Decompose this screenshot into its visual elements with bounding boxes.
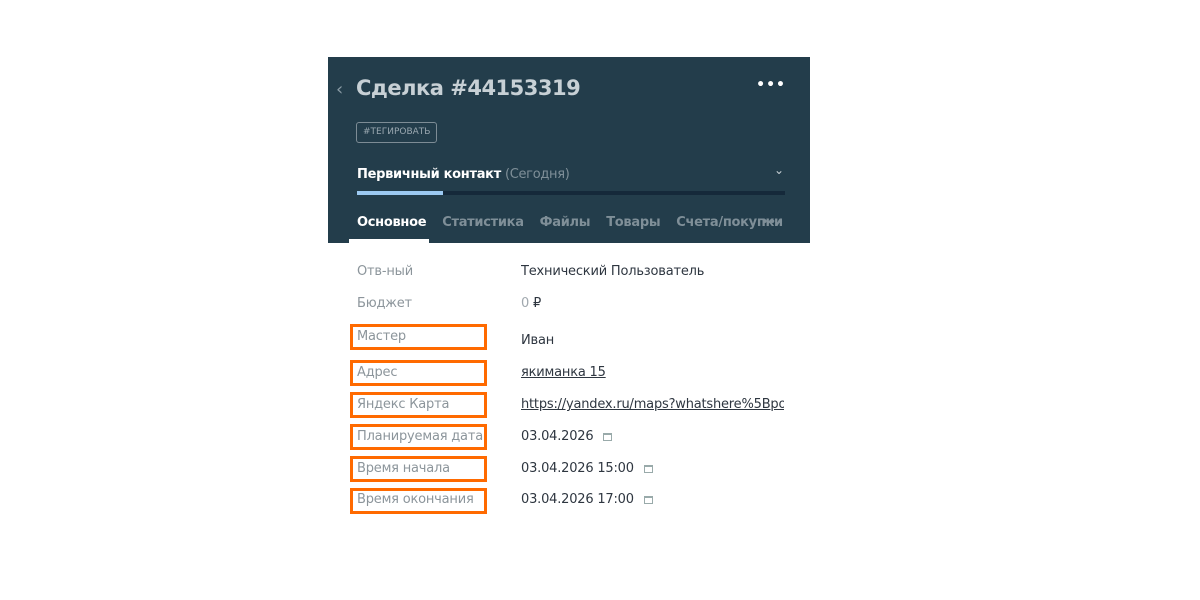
budget-value-field[interactable]: 0 ₽ (521, 296, 541, 311)
field-label: Время окончания (357, 492, 474, 507)
field-yandex-map: Яндекс Карта https://yandex.ru/maps?whats… (357, 397, 797, 417)
status-when: (Сегодня) (504, 167, 570, 182)
field-label: Бюджет (357, 296, 412, 311)
field-value: 03.04.2026 (521, 429, 594, 444)
field-label: Яндекс Карта (357, 397, 450, 412)
address-link[interactable]: якиманка 15 (521, 365, 606, 380)
field-label: Адрес (357, 365, 398, 380)
status-label: Первичный контакт (357, 167, 501, 182)
field-label: Время начала (357, 461, 450, 476)
deal-title: Сделка #44153319 (356, 76, 581, 100)
field-label: Планируемая дата (357, 429, 483, 444)
field-master: Мастер Иван (357, 329, 797, 349)
field-label: Отв-ный (357, 264, 413, 279)
field-address: Адрес якиманка 15 (357, 365, 797, 385)
field-value[interactable]: Технический Пользователь (521, 264, 704, 279)
field-value[interactable]: Иван (521, 333, 554, 348)
calendar-icon[interactable] (643, 495, 653, 504)
map-link[interactable]: https://yandex.ru/maps?whatshere%5Bpoint (521, 397, 784, 412)
field-start-time: Время начала 03.04.2026 15:00 (357, 461, 797, 481)
field-planned-date: Планируемая дата 03.04.2026 (357, 429, 797, 449)
planned-date-field[interactable]: 03.04.2026 (521, 429, 613, 444)
field-label: Мастер (357, 329, 406, 344)
field-end-time: Время окончания 03.04.2026 17:00 (357, 492, 797, 512)
map-field[interactable]: https://yandex.ru/maps?whatshere%5Bpoint (521, 397, 784, 412)
tabs: Основное Статистика Файлы Товары Счета/п… (357, 215, 783, 230)
tab-statistics[interactable]: Статистика (442, 215, 524, 230)
tabs-more-icon[interactable]: ••• (761, 215, 784, 230)
currency: ₽ (533, 296, 542, 311)
tab-main[interactable]: Основное (357, 215, 427, 230)
field-responsible: Отв-ный Технический Пользователь (357, 264, 797, 284)
back-chevron-icon[interactable]: ‹ (336, 79, 343, 100)
progress-fill (357, 191, 443, 195)
field-value: 03.04.2026 17:00 (521, 492, 634, 507)
pipeline-progress-bar (357, 191, 785, 195)
tab-products[interactable]: Товары (606, 215, 660, 230)
deal-header: ‹ Сделка #44153319 ••• #ТЕГИРОВАТЬ Перви… (328, 57, 810, 243)
field-value: 03.04.2026 15:00 (521, 461, 634, 476)
pipeline-status[interactable]: Первичный контакт (Сегодня) (357, 167, 570, 182)
calendar-icon[interactable] (643, 464, 653, 473)
chevron-down-icon[interactable]: ⌄ (774, 163, 784, 177)
address-field[interactable]: якиманка 15 (521, 365, 606, 380)
calendar-icon[interactable] (603, 432, 613, 441)
field-value: 0 (521, 296, 530, 311)
end-time-field[interactable]: 03.04.2026 17:00 (521, 492, 653, 507)
tab-files[interactable]: Файлы (540, 215, 591, 230)
active-tab-indicator (349, 239, 429, 243)
field-budget: Бюджет 0 ₽ (357, 296, 797, 316)
start-time-field[interactable]: 03.04.2026 15:00 (521, 461, 653, 476)
more-menu-icon[interactable]: ••• (756, 77, 786, 93)
tag-button[interactable]: #ТЕГИРОВАТЬ (356, 122, 438, 143)
